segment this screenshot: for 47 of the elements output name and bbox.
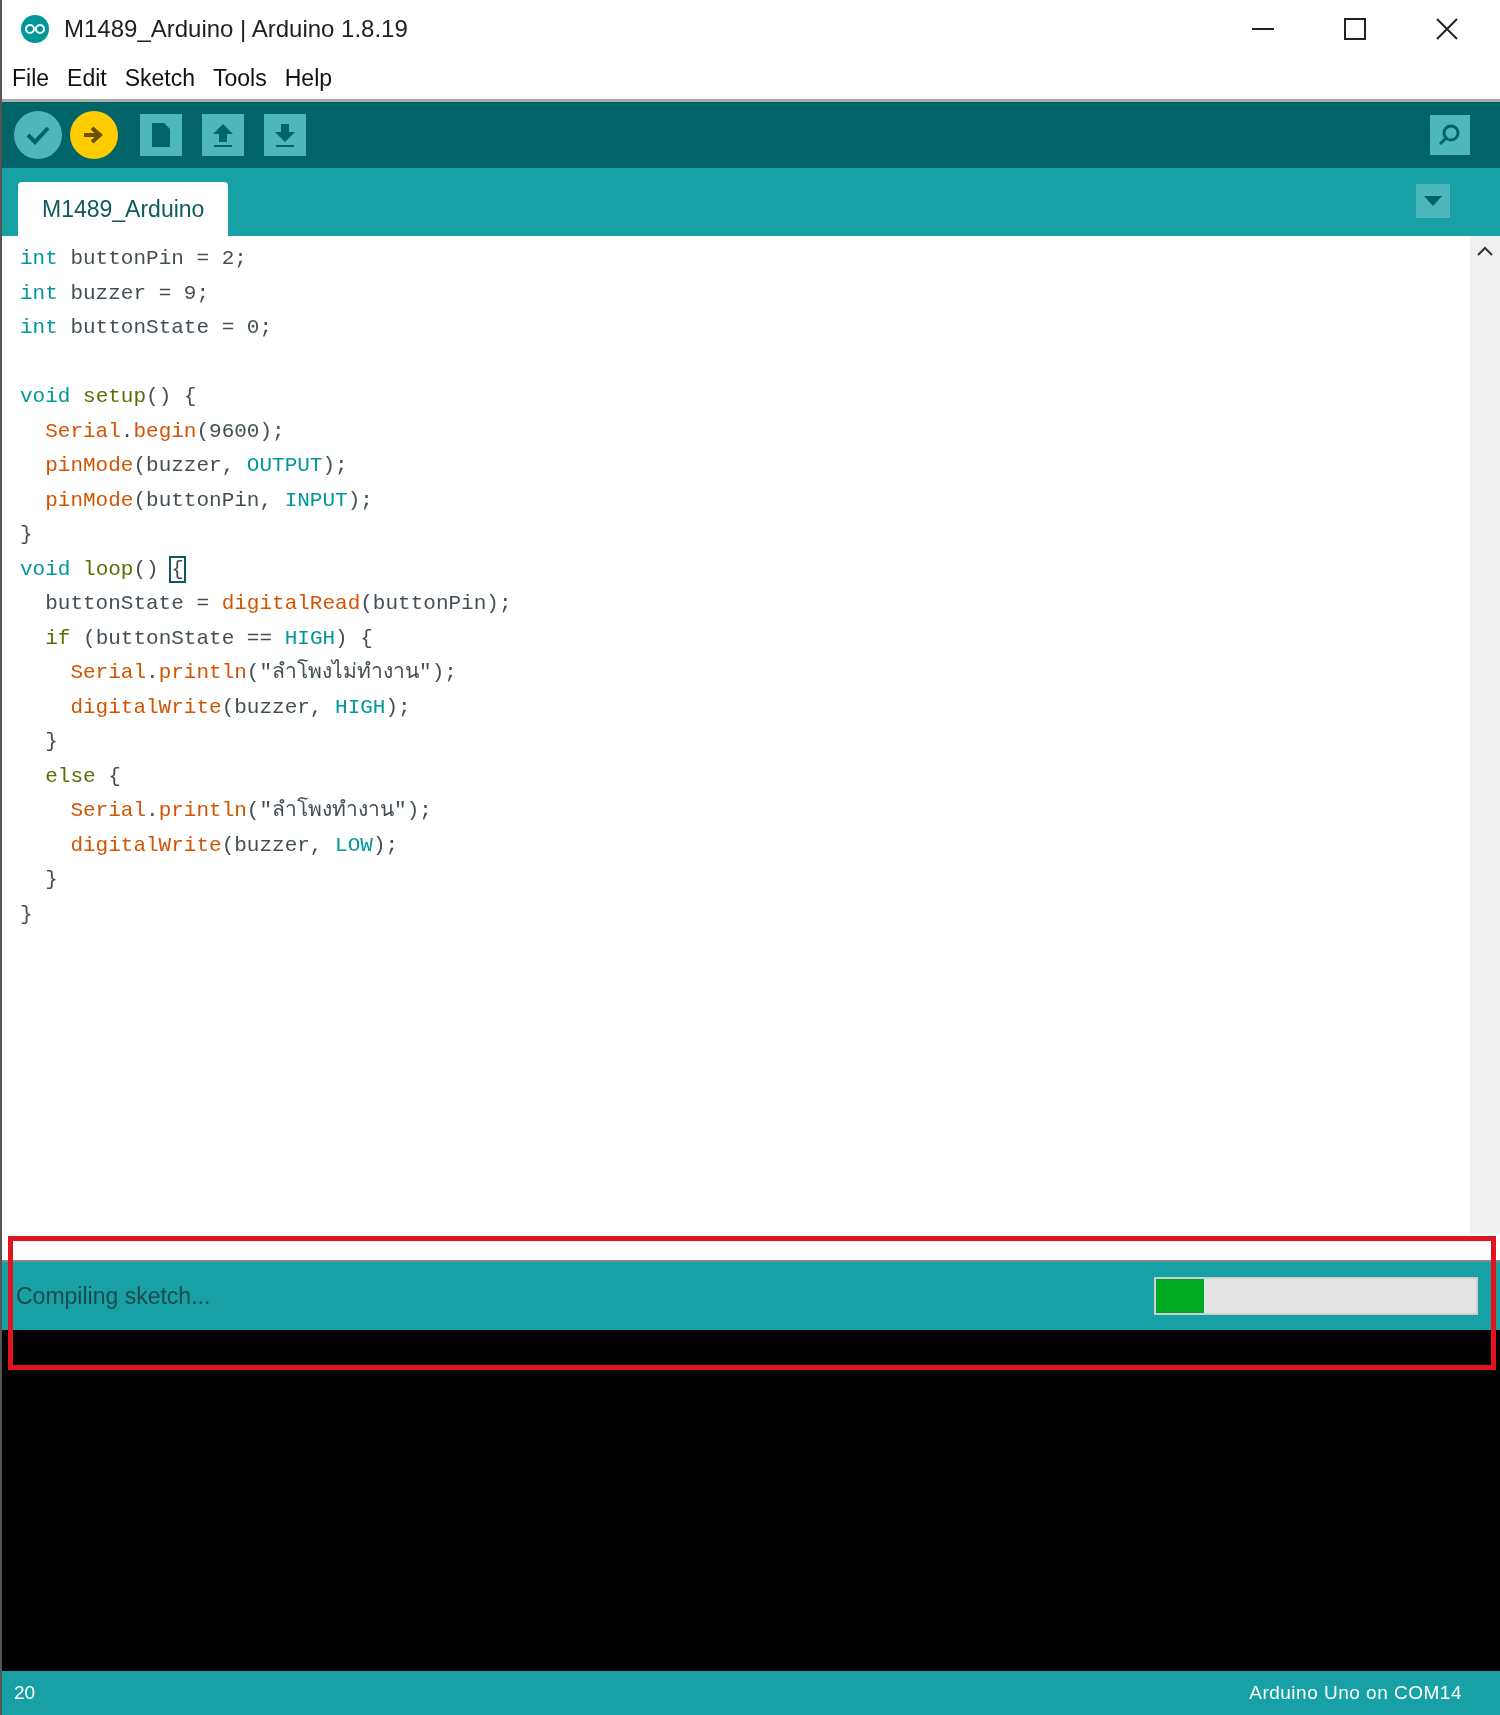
board-label: Arduino Uno on COM14 [1249,1680,1462,1705]
code-line: } [44,729,59,755]
code-line: Serial.println("ลำโพงไม่ทำงาน"); [69,658,458,686]
scroll-up-icon[interactable] [1477,246,1493,256]
code-line: Serial.begin(9600); [44,418,286,445]
close-icon[interactable] [1436,18,1458,40]
code-line: buttonState = digitalRead(buttonPin); [44,591,513,617]
menu-item[interactable]: Tools [213,61,267,96]
code-line: int buttonState = 0; [20,315,274,341]
code-line: digitalWrite(buzzer, HIGH); [69,694,412,721]
code-line: else { [44,763,122,790]
menu-item[interactable]: Edit [67,61,107,96]
new-button[interactable] [140,114,182,156]
code-line: pinMode(buttonPin, INPUT); [44,487,374,514]
status-message: Compiling sketch... [16,1281,211,1311]
upload-button[interactable] [70,111,118,159]
file-tab[interactable]: M1489_Arduino [18,182,229,236]
open-button[interactable] [202,114,244,156]
document-icon [150,122,172,148]
code-line: void loop() { [20,556,185,583]
code-line: } [44,867,59,893]
arrow-up-icon [211,122,235,148]
code-line: Serial.println("ลำโพงทำงาน"); [69,796,433,824]
maximize-icon[interactable] [1344,18,1366,40]
tab-menu-button[interactable] [1416,184,1450,218]
code-line: int buzzer = 9; [20,280,211,307]
app-logo-icon [20,14,50,44]
code-line: digitalWrite(buzzer, LOW); [69,832,400,859]
line-number: 20 [14,1680,36,1705]
code-line: void setup() { [20,384,198,410]
verify-button[interactable] [14,111,62,159]
serial-monitor-button[interactable] [1430,115,1470,155]
menu-item[interactable]: Help [284,61,333,96]
code-line: pinMode(buzzer, OUTPUT); [44,453,349,479]
code-line: if (buttonState == HIGH) { [44,625,374,652]
menu-item[interactable]: File [12,61,50,96]
arrow-down-icon [273,122,297,148]
code-line: int buttonPin = 2; [20,246,248,272]
check-icon [25,125,51,145]
minimize-icon[interactable] [1252,27,1274,31]
scrollbar[interactable] [1470,236,1500,1234]
code-line: } [20,522,34,548]
caret-down-icon [1424,196,1442,206]
menu-item[interactable]: Sketch [124,61,196,96]
window-title: M1489_Arduino | Arduino 1.8.19 [64,14,408,44]
save-button[interactable] [264,114,306,156]
code-line: } [20,901,34,928]
